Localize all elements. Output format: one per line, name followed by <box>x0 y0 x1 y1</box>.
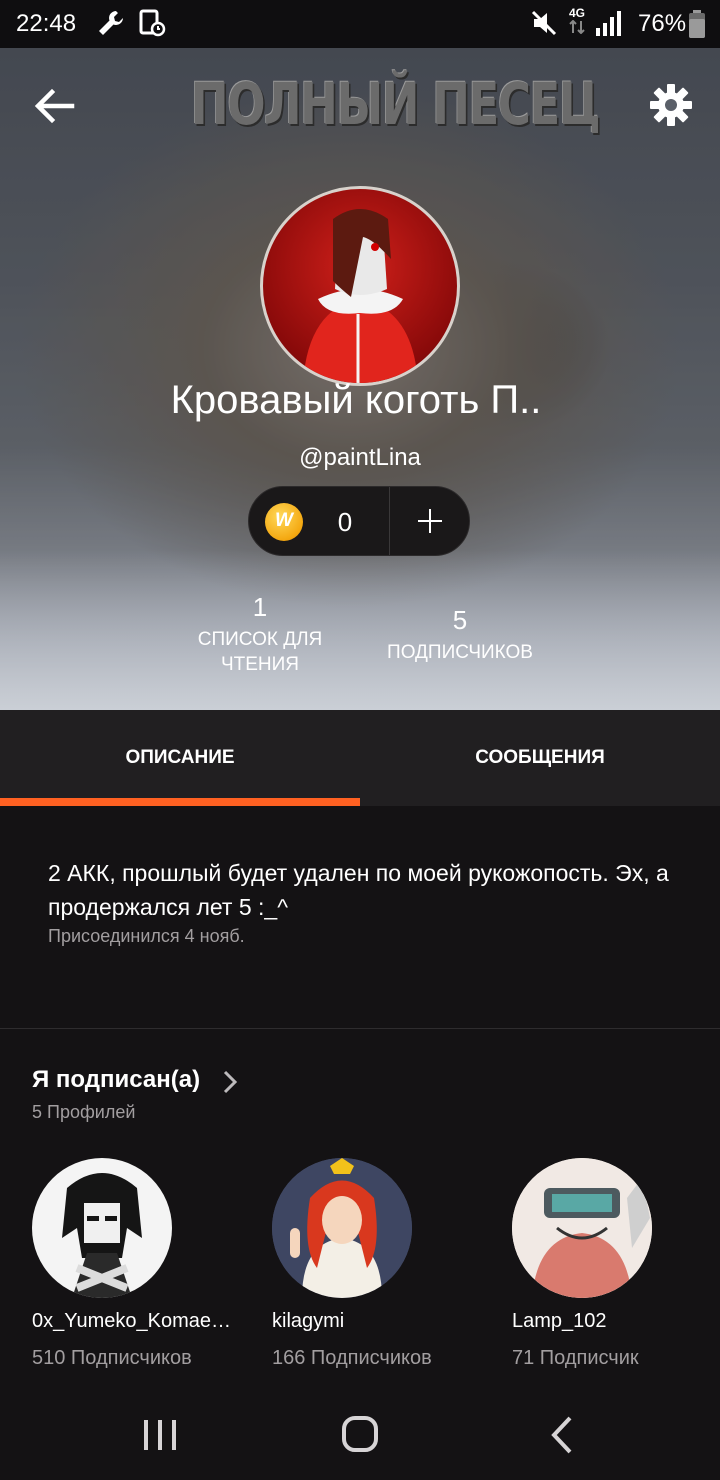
recents-icon <box>144 1420 176 1450</box>
user-name: Lamp_102 <box>512 1310 607 1332</box>
section-divider <box>0 1028 720 1029</box>
followers-count: 5 <box>452 605 468 635</box>
followers-stat[interactable]: 5 ПОДПИСЧИКОВ <box>370 605 550 665</box>
header-background-snow <box>0 550 720 710</box>
following-user-card[interactable]: kilagymi 166 Подписчиков <box>272 1158 492 1370</box>
user-avatar-image <box>512 1158 652 1298</box>
tab-description[interactable]: ОПИСАНИЕ <box>0 710 360 806</box>
coin-count: 0 <box>337 507 353 537</box>
following-user-card[interactable]: 0x_Yumeko_Komaed… 510 Подписчиков <box>32 1158 252 1370</box>
user-avatar-image <box>272 1158 412 1298</box>
profile-name: Кровавый коготь П.. <box>170 378 542 422</box>
settings-button[interactable] <box>648 82 694 128</box>
user-name: 0x_Yumeko_Komaed… <box>32 1310 232 1332</box>
user-name: kilagymi <box>272 1310 345 1332</box>
user-avatar[interactable] <box>32 1158 172 1298</box>
arrow-left-icon <box>34 88 75 124</box>
user-avatar[interactable] <box>512 1158 652 1298</box>
following-user-card[interactable]: Lamp_102 71 Подписчик <box>512 1158 720 1370</box>
add-coins-button[interactable] <box>390 487 470 555</box>
back-nav-button[interactable] <box>532 1412 592 1458</box>
coin-icon: W <box>265 503 303 541</box>
back-button[interactable] <box>32 86 78 126</box>
joined-date: Присоединился 4 нояб. <box>48 926 245 946</box>
screenshot-icon <box>138 8 166 43</box>
tab-messages[interactable]: СООБЩЕНИЯ <box>360 710 720 806</box>
home-button[interactable] <box>330 1412 390 1458</box>
battery-icon <box>688 10 706 43</box>
reading-list-count: 1 <box>252 592 268 622</box>
status-bar: 22:48 4G 76% <box>0 0 720 48</box>
user-avatar-image <box>62 1173 142 1298</box>
reading-list-label: СПИСОК ДЛЯ <box>197 629 323 650</box>
profile-avatar[interactable] <box>260 186 460 386</box>
coin-balance: W 0 <box>248 486 470 556</box>
gear-icon <box>650 84 692 126</box>
signal-icon <box>594 8 622 43</box>
user-followers: 510 Подписчиков <box>32 1347 192 1369</box>
profile-handle: @paintLina <box>299 444 421 471</box>
following-title[interactable]: Я подписан(а) <box>32 1066 200 1094</box>
back-chevron-icon <box>551 1416 572 1454</box>
user-followers: 166 Подписчиков <box>272 1347 432 1369</box>
system-nav-bar <box>0 1390 720 1480</box>
home-icon <box>342 1416 378 1452</box>
mute-icon <box>530 8 558 43</box>
profile-header: ПОЛНЫЙ ПЕСЕЦ Кровавый коготь П.. @paintL… <box>0 48 720 710</box>
avatar-image <box>303 209 418 383</box>
header-image-caption: ПОЛНЫЙ ПЕСЕЦ <box>190 70 601 138</box>
profile-description: 2 АКК, прошлый будет удален по моей руко… <box>48 860 669 920</box>
network-4g-icon: 4G <box>566 6 588 39</box>
reading-list-stat[interactable]: 1 СПИСОК ДЛЯ ЧТЕНИЯ <box>180 592 340 677</box>
user-followers: 71 Подписчик <box>512 1347 639 1369</box>
following-count: 5 Профилей <box>32 1102 136 1122</box>
status-time: 22:48 <box>16 10 77 37</box>
reading-list-label-2: ЧТЕНИЯ <box>220 654 300 675</box>
wrench-icon <box>96 8 126 43</box>
followers-label: ПОДПИСЧИКОВ <box>387 642 533 663</box>
user-avatar[interactable] <box>272 1158 412 1298</box>
profile-tabs: ОПИСАНИЕ СООБЩЕНИЯ <box>0 710 720 806</box>
active-tab-indicator <box>0 798 360 806</box>
chevron-right-icon[interactable] <box>220 1068 240 1096</box>
recent-apps-button[interactable] <box>130 1412 190 1458</box>
battery-percent: 76% <box>638 10 687 37</box>
